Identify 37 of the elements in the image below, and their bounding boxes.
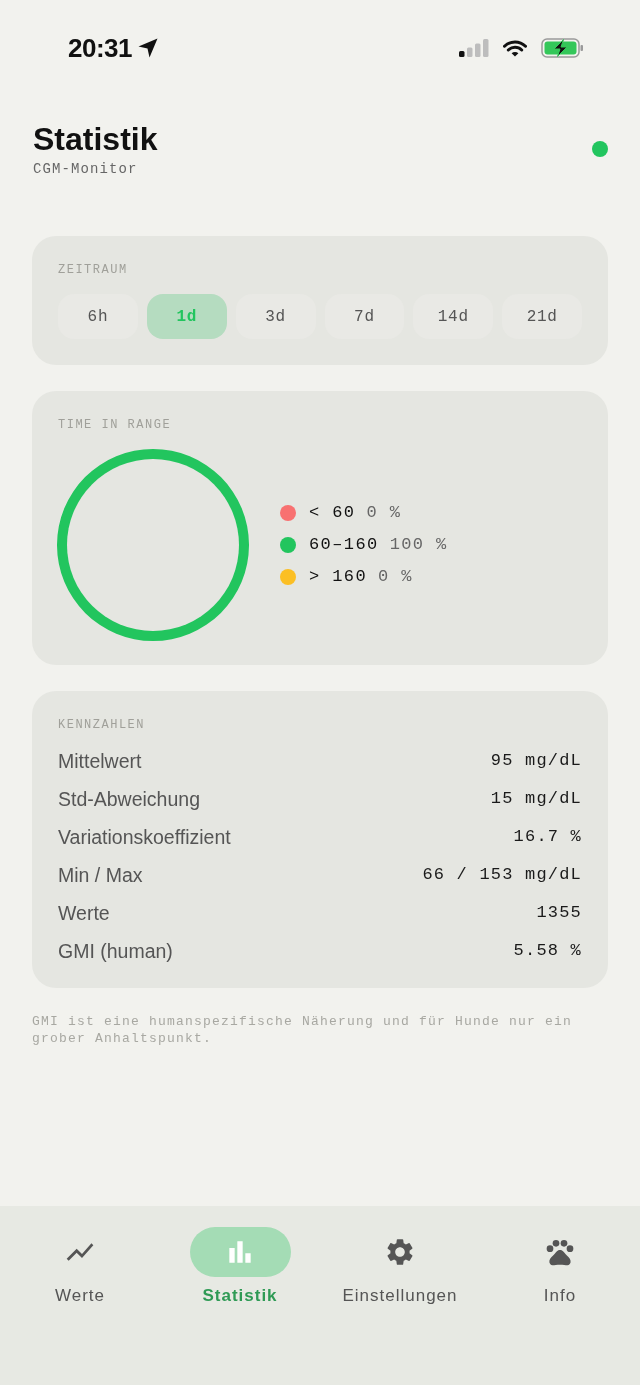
- metric-value: 16.7 %: [513, 826, 582, 848]
- signal-bars-icon: [459, 39, 489, 57]
- section-label: KENNZAHLEN: [58, 717, 146, 733]
- tab-button[interactable]: Werte: [0, 1227, 160, 1306]
- tab-button[interactable]: Einstellungen: [320, 1227, 480, 1306]
- page-subtitle: CGM-Monitor: [33, 160, 139, 178]
- metric-value: 95 mg/dL: [490, 750, 582, 772]
- location-arrow-icon: [138, 38, 158, 58]
- metric-value: 66 / 153 mg/dL: [422, 864, 582, 886]
- period-option[interactable]: 7d: [324, 294, 405, 339]
- wifi-icon: [503, 39, 527, 57]
- tab-button[interactable]: Info: [480, 1227, 640, 1306]
- metric-value: 15 mg/dL: [490, 788, 582, 810]
- period-option[interactable]: 6h: [58, 294, 138, 339]
- section-label: TIME IN RANGE: [58, 417, 172, 433]
- status-time: 20:31: [68, 33, 132, 63]
- metric-value: 5.58 %: [513, 940, 582, 962]
- legend-range: < 60: [309, 502, 356, 524]
- period-option[interactable]: 3d: [235, 294, 316, 339]
- footnote-text: GMI ist eine humanspezifische Näherung und für Hunde nur ein grober Anhaltspunkt.: [32, 1013, 574, 1047]
- page-title: Statistik: [33, 120, 158, 158]
- period-option[interactable]: 21d: [502, 294, 582, 339]
- legend-percent: 0 %: [378, 566, 413, 588]
- section-label: ZEITRAUM: [58, 262, 129, 278]
- metric-label: Werte: [58, 901, 110, 925]
- metric-label: Mittelwert: [58, 749, 142, 773]
- legend-range: > 160: [309, 566, 367, 588]
- legend-range: 60–160: [309, 534, 379, 556]
- legend-percent: 100 %: [389, 534, 448, 556]
- metric-value: 1355: [536, 902, 582, 924]
- metric-label: Std-Abweichung: [58, 787, 200, 811]
- metric-label: GMI (human): [58, 939, 173, 963]
- metric-label: Variationskoeffizient: [58, 825, 231, 849]
- metric-label: Min / Max: [58, 863, 143, 887]
- battery-charging-icon: [541, 38, 584, 58]
- legend-percent: 0 %: [366, 502, 402, 524]
- period-option[interactable]: 14d: [413, 294, 494, 339]
